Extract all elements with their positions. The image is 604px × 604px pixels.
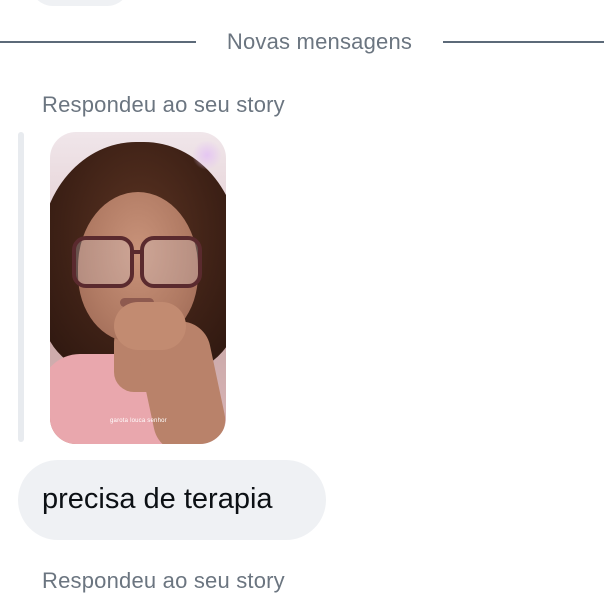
story-image-light [192, 140, 222, 170]
story-image-glasses-right [140, 236, 202, 288]
previous-message-bubble[interactable] [30, 0, 130, 6]
story-thumbnail[interactable]: garota louca senhor [50, 132, 226, 444]
story-image-glasses-left [72, 236, 134, 288]
divider-line-right [443, 41, 604, 43]
new-messages-label: Novas mensagens [226, 29, 413, 54]
reply-indicator-bar [18, 132, 24, 442]
new-messages-divider: Novas mensagens [0, 28, 604, 56]
story-image-hand [114, 302, 186, 350]
divider-line-left [0, 41, 196, 43]
story-reply-label-second: Respondeu ao seu story [42, 568, 285, 593]
message-bubble[interactable]: precisa de terapia [18, 460, 326, 540]
story-caption: garota louca senhor [110, 418, 167, 424]
message-text: precisa de terapia [42, 483, 273, 515]
chat-thread: Novas mensagens Respondeu ao seu story g… [0, 0, 604, 604]
story-image-glasses-bridge [130, 250, 142, 254]
story-reply-label: Respondeu ao seu story [42, 92, 285, 117]
